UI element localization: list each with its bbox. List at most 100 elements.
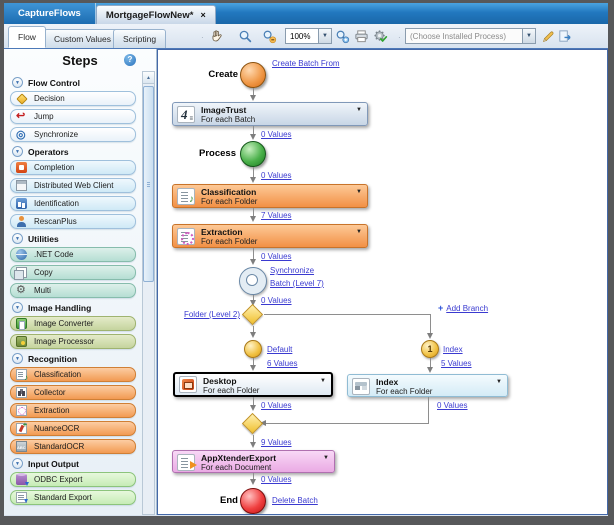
synchronize-link[interactable]: Synchronize xyxy=(270,266,314,275)
tab-flow[interactable]: Flow xyxy=(8,26,46,48)
synchronize-values-link[interactable]: 0 Values xyxy=(261,296,292,305)
branch-number-badge: 1 xyxy=(427,344,433,354)
end-node[interactable] xyxy=(240,488,266,514)
dropdown-caret-icon[interactable]: ▼ xyxy=(356,189,362,195)
sidebar-item-decision[interactable]: Decision xyxy=(10,91,136,106)
sidebar-item-classification[interactable]: Classification xyxy=(10,367,136,382)
create-node[interactable] xyxy=(240,62,266,88)
appxtenderexport-step-node[interactable]: AppXtenderExport For each Document ▼ xyxy=(172,450,335,473)
sidebar-item-image-processor[interactable]: Image Processor xyxy=(10,334,136,349)
classification-step-node[interactable]: Classification For each Folder ▼ xyxy=(172,184,368,208)
step-scope: For each Batch xyxy=(201,115,256,124)
sidebar-item-distributed-web-client[interactable]: Distributed Web Client xyxy=(10,178,136,193)
export-flow-icon[interactable] xyxy=(556,28,573,45)
section-utilities[interactable]: ▼ Utilities xyxy=(12,233,141,244)
sidebar-item-multi[interactable]: Multi xyxy=(10,283,136,298)
extraction-values-link[interactable]: 0 Values xyxy=(261,252,292,261)
index-card-icon xyxy=(352,378,370,395)
multi-gear-icon xyxy=(16,283,27,296)
delete-batch-link[interactable]: Delete Batch xyxy=(272,496,318,505)
index-values-link[interactable]: 5 Values xyxy=(441,359,472,368)
synchronize-level-link[interactable]: Batch (Level 7) xyxy=(270,279,324,288)
installed-process-combobox[interactable]: (Choose Installed Process) ▼ xyxy=(405,28,536,44)
zoom-in-icon[interactable] xyxy=(334,28,351,45)
merge-diamond-node[interactable] xyxy=(241,412,264,435)
index-step-node[interactable]: Index For each Folder ▼ xyxy=(347,374,508,397)
default-branch-node[interactable] xyxy=(244,340,262,358)
sidebar-item-standard-export[interactable]: Standard Export xyxy=(10,490,136,505)
pan-hand-icon[interactable] xyxy=(208,28,225,45)
appxtender-values-link[interactable]: 0 Values xyxy=(261,475,292,484)
add-branch-link[interactable]: Add Branch xyxy=(446,304,488,313)
sidebar-item-rescanplus[interactable]: RescanPlus xyxy=(10,214,136,229)
sidebar-item-net-code[interactable]: .NET Code xyxy=(10,247,136,262)
folder-level-link[interactable]: Folder (Level 2) xyxy=(176,310,240,319)
section-flow-control[interactable]: ▼ Flow Control xyxy=(12,77,141,88)
sidebar-item-nuanceocr[interactable]: NuanceOCR xyxy=(10,421,136,436)
zoom-out-icon[interactable] xyxy=(261,28,278,45)
app-tab-captureflows[interactable]: CaptureFlows xyxy=(4,3,96,24)
index-branch-node[interactable]: 1 xyxy=(421,340,439,358)
synchronize-node[interactable] xyxy=(239,267,267,295)
default-branch-link[interactable]: Default xyxy=(267,345,292,354)
decision-diamond-icon xyxy=(16,92,28,105)
section-input-output[interactable]: ▼ Input Output xyxy=(12,458,141,469)
scrollbar-thumb[interactable] xyxy=(143,86,154,282)
sidebar-item-standardocr[interactable]: StandardOCR xyxy=(10,439,136,454)
desktop-step-node[interactable]: Desktop For each Folder ▼ xyxy=(173,372,333,397)
imagetrust-step-node[interactable]: ImageTrust For each Batch ▼ xyxy=(172,102,368,126)
sidebar-item-image-converter[interactable]: Image Converter xyxy=(10,316,136,331)
imagetrust-values-link[interactable]: 0 Values xyxy=(261,130,292,139)
sidebar-item-extraction[interactable]: Extraction xyxy=(10,403,136,418)
rescan-person-icon xyxy=(16,216,27,227)
sidebar-item-identification[interactable]: Identification xyxy=(10,196,136,211)
sidebar-scrollbar[interactable]: ▲ xyxy=(142,71,155,515)
sidebar-item-collector[interactable]: Collector xyxy=(10,385,136,400)
document-tab-mortgageflownew[interactable]: MortgageFlowNew* × xyxy=(95,5,216,24)
zoom-combo-arrow-icon[interactable]: ▼ xyxy=(318,29,331,43)
dropdown-caret-icon[interactable]: ▼ xyxy=(356,107,362,113)
section-operators[interactable]: ▼ Operators xyxy=(12,146,141,157)
classification-doc-icon xyxy=(16,369,28,382)
dropdown-caret-icon[interactable]: ▼ xyxy=(320,378,326,384)
add-branch-control[interactable]: + Add Branch xyxy=(438,303,488,313)
tab-custom-values[interactable]: Custom Values xyxy=(44,29,122,48)
close-tab-icon[interactable]: × xyxy=(200,10,205,20)
tab-scripting[interactable]: Scripting xyxy=(113,29,167,48)
sidebar-item-jump[interactable]: Jump xyxy=(10,109,136,124)
desktop-values-link[interactable]: 0 Values xyxy=(261,401,292,410)
scrollbar-up-arrow-icon[interactable]: ▲ xyxy=(143,72,154,84)
zoom-select-icon[interactable] xyxy=(237,28,254,45)
default-values-link[interactable]: 6 Values xyxy=(267,359,298,368)
merge-values-link[interactable]: 9 Values xyxy=(261,438,292,447)
validate-gear-icon[interactable] xyxy=(372,28,389,45)
process-combo-arrow-icon[interactable]: ▼ xyxy=(522,29,535,43)
print-icon[interactable] xyxy=(353,28,370,45)
sidebar-item-completion[interactable]: Completion xyxy=(10,160,136,175)
index-branch-link[interactable]: Index xyxy=(443,345,463,354)
extraction-step-node[interactable]: Extraction For each Folder ▼ xyxy=(172,224,368,248)
arrowhead-icon xyxy=(427,367,433,373)
section-recognition[interactable]: ▼ Recognition xyxy=(12,353,141,364)
sidebar-item-synchronize[interactable]: Synchronize xyxy=(10,127,136,142)
index-step-values-link[interactable]: 0 Values xyxy=(437,401,468,410)
dropdown-caret-icon[interactable]: ▼ xyxy=(356,229,362,235)
dropdown-caret-icon[interactable]: ▼ xyxy=(323,455,329,461)
decision-diamond-node[interactable] xyxy=(241,303,264,326)
sidebar-item-copy[interactable]: Copy xyxy=(10,265,136,280)
flow-canvas[interactable]: Create Create Batch From ImageTrust For … xyxy=(157,49,608,515)
dropdown-caret-icon[interactable]: ▼ xyxy=(496,379,502,385)
web-client-icon xyxy=(16,180,27,191)
edit-pencil-icon[interactable] xyxy=(539,28,556,45)
process-values-link[interactable]: 0 Values xyxy=(261,171,292,180)
create-batch-from-link[interactable]: Create Batch From xyxy=(272,59,340,68)
help-icon[interactable]: ? xyxy=(124,54,136,66)
classification-values-link[interactable]: 7 Values xyxy=(261,211,292,220)
chevron-down-icon: ▼ xyxy=(12,146,23,157)
section-image-handling[interactable]: ▼ Image Handling xyxy=(12,302,141,313)
zoom-level-combobox[interactable]: 100% ▼ xyxy=(285,28,332,44)
nuance-ocr-icon xyxy=(16,422,27,434)
arrowhead-icon xyxy=(250,134,256,140)
sidebar-item-odbc-export[interactable]: ODBC Export xyxy=(10,472,136,487)
process-node[interactable] xyxy=(240,141,266,167)
